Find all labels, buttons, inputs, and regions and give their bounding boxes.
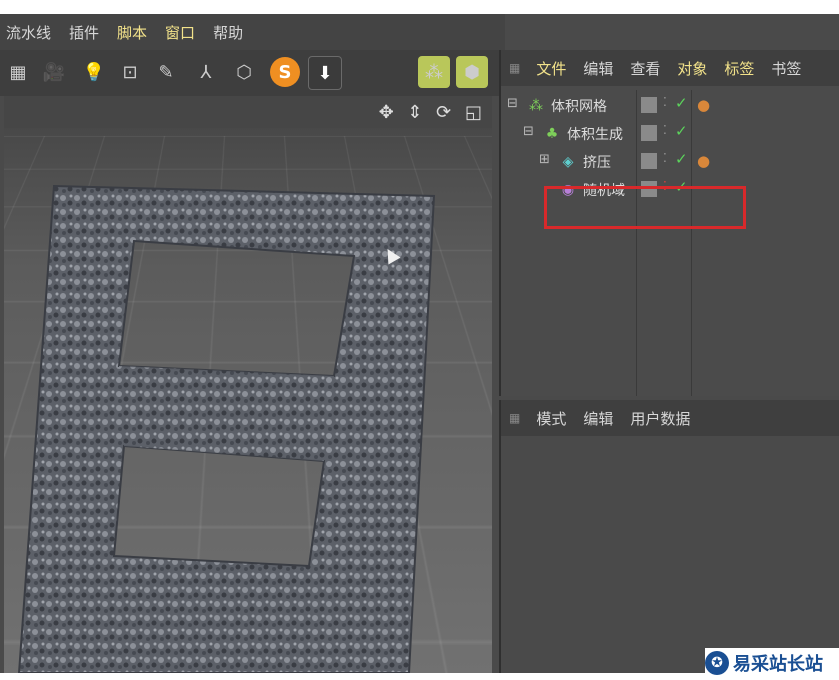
om-menu-view[interactable]: 查看	[630, 58, 660, 79]
object-name: 挤压	[583, 155, 611, 171]
object-row-extrude[interactable]: ⊞ ◈ 挤压 ⁚ ✓ ●	[501, 148, 839, 176]
menu-pipeline[interactable]: 流水线	[6, 22, 51, 43]
s-plugin-label: S	[278, 61, 292, 83]
site-logo-mark: ✪	[705, 651, 729, 675]
grid-icon[interactable]: ▦	[2, 56, 34, 88]
tree-collapse-icon[interactable]: ⊟	[523, 124, 534, 139]
site-logo-text: 易采站长站	[733, 654, 823, 675]
extrude-icon: ◈	[562, 154, 574, 170]
enabled-check-icon[interactable]: ✓	[675, 122, 688, 140]
volume-mesher-icon[interactable]: ⁂	[418, 56, 450, 88]
volume-mesh-object	[17, 184, 436, 673]
tree-collapse-icon[interactable]: ⊟	[507, 96, 518, 111]
render-icon[interactable]: ⬡	[228, 56, 260, 88]
character-icon[interactable]: ⅄	[190, 56, 222, 88]
menu-script[interactable]: 脚本	[117, 22, 147, 43]
om-menu-tags[interactable]: 标签	[724, 58, 754, 79]
grip-icon[interactable]: ▦	[509, 61, 520, 75]
tree-expand-icon[interactable]: ⊞	[539, 152, 550, 167]
am-menu-mode[interactable]: 模式	[536, 408, 566, 429]
material-tag-icon[interactable]: ●	[697, 96, 710, 114]
attribute-manager-menu: ▦ 模式 编辑 用户数据	[501, 400, 839, 436]
om-menu-file[interactable]: 文件	[536, 58, 566, 79]
menubar: 流水线 插件 脚本 窗口 帮助	[0, 14, 505, 50]
om-menu-objects[interactable]: 对象	[677, 58, 707, 79]
attribute-manager: ▦ 模式 编辑 用户数据	[499, 400, 839, 673]
am-menu-user-data[interactable]: 用户数据	[630, 408, 690, 429]
s-plugin-icon[interactable]: S	[270, 57, 300, 87]
toolbar: ▦ 🎥 💡 ⊡ ✎ ⅄ ⬡ S ⬇ ⁂ ⬢	[0, 50, 499, 96]
object-row-volume-builder[interactable]: ⊟ ♣ 体积生成 ⁚ ✓	[501, 120, 839, 148]
3d-viewport[interactable]: ✥ ⇕ ⟳ ◱	[4, 96, 492, 673]
sketch-icon[interactable]: ✎	[150, 56, 182, 88]
c4d-window: 流水线 插件 脚本 窗口 帮助 ▦ 🎥 💡 ⊡ ✎ ⅄ ⬡ S ⬇ ⁂ ⬢ ✥ …	[0, 14, 839, 673]
volume-builder-icon: ♣	[545, 126, 559, 142]
object-row-volume-mesher[interactable]: ⊟ ⁂ 体积网格 ⁚ ✓ ●	[501, 92, 839, 120]
enabled-check-icon[interactable]: ✓	[675, 150, 688, 168]
object-name: 体积网格	[551, 99, 607, 115]
visibility-dots-icon[interactable]: ⁚	[663, 95, 667, 109]
volume-mesher-icon: ⁂	[529, 98, 543, 114]
menu-plugins[interactable]: 插件	[69, 22, 99, 43]
volume-builder-icon[interactable]: ⬢	[456, 56, 488, 88]
om-menu-edit[interactable]: 编辑	[583, 58, 613, 79]
om-menu-bookmarks[interactable]: 书签	[771, 58, 801, 79]
visibility-dots-icon[interactable]: ⁚	[663, 123, 667, 137]
menu-window[interactable]: 窗口	[165, 22, 195, 43]
visibility-dots-icon[interactable]: ⁚	[663, 151, 667, 165]
material-tag-icon[interactable]: ●	[697, 152, 710, 170]
site-logo: ✪ 易采站长站	[705, 648, 839, 678]
download-icon[interactable]: ⬇	[308, 56, 342, 90]
object-manager-menu: ▦ 文件 编辑 查看 对象 标签 书签	[501, 50, 839, 86]
am-menu-edit[interactable]: 编辑	[583, 408, 613, 429]
grip-icon[interactable]: ▦	[509, 411, 520, 425]
object-name: 体积生成	[567, 127, 623, 143]
floor-icon[interactable]: ⊡	[114, 56, 146, 88]
display-toggle-icon[interactable]	[641, 97, 657, 113]
display-toggle-icon[interactable]	[641, 125, 657, 141]
display-toggle-icon[interactable]	[641, 153, 657, 169]
camera-icon[interactable]: 🎥	[38, 56, 70, 88]
light-bulb-icon[interactable]: 💡	[78, 56, 110, 88]
highlight-annotation-box	[544, 186, 746, 229]
enabled-check-icon[interactable]: ✓	[675, 94, 688, 112]
menu-help[interactable]: 帮助	[213, 22, 243, 43]
